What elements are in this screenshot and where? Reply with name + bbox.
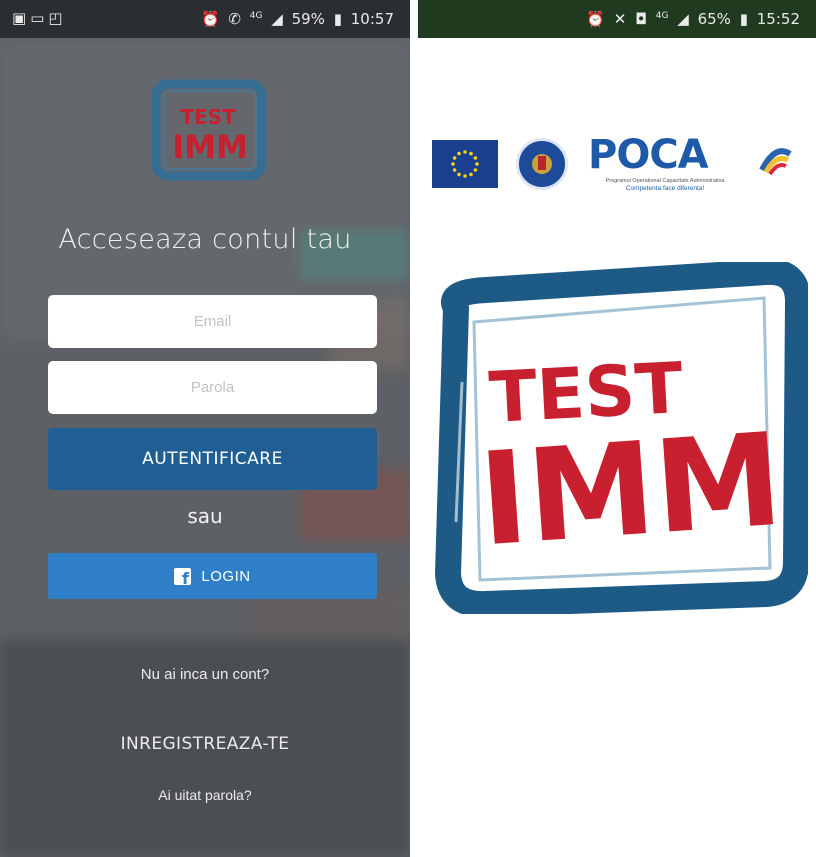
partner-logos: POCA Programul Operational Capacitate Ad… <box>428 130 816 200</box>
clock: 10:57 <box>350 10 394 28</box>
logo-text-test: TEST <box>180 105 236 129</box>
eu-flag-icon <box>432 140 498 188</box>
test-imm-logo: TEST IMM <box>151 79 267 181</box>
screenshot-divider <box>410 0 418 857</box>
email-field[interactable] <box>48 295 377 348</box>
facebook-login-label: LOGIN <box>201 567 251 585</box>
separator-text: sau <box>187 504 223 528</box>
data-icon: ◘ <box>635 10 647 28</box>
network-label: 4G <box>655 11 669 21</box>
poca-subtitle: Programul Operational Capacitate Adminis… <box>590 178 740 192</box>
battery-icon: ▮ <box>739 10 748 28</box>
battery-percent: 65% <box>697 10 731 28</box>
page-title: Acceseaza contul tau <box>58 224 352 255</box>
romanian-government-seal-icon <box>516 138 568 190</box>
poca-logo: POCA <box>588 132 709 178</box>
notification-icons: ▣▭◰ <box>12 9 67 27</box>
poca-slogan: Competenta face diferenta! <box>625 185 705 192</box>
call-icon: ✆ <box>228 10 241 28</box>
login-screen: ▣▭◰ ⏰ ✆ 4G ◢ 59% ▮ 10:57 TEST IMM Accese… <box>0 0 410 857</box>
network-label: 4G <box>249 11 263 21</box>
alarm-icon: ⏰ <box>586 10 605 28</box>
status-bar: ▣▭◰ ⏰ ✆ 4G ◢ 59% ▮ 10:57 <box>0 0 410 38</box>
facebook-icon <box>174 567 192 588</box>
no-account-text: Nu ai inca un cont? <box>140 666 270 683</box>
signal-icon: ◢ <box>271 10 283 28</box>
test-imm-splash-logo: TEST IMM <box>435 262 808 614</box>
splash-text-imm: IMM <box>475 406 787 576</box>
image-icon: ▣ <box>12 9 31 27</box>
splash-screen: ⏰ ✕ ◘ 4G ◢ 65% ▮ 15:52 POCA Programul Op… <box>418 0 816 857</box>
logo-text-imm: IMM <box>172 128 248 166</box>
laptop-icon: ▭ <box>30 9 49 27</box>
battery-percent: 59% <box>291 10 325 28</box>
password-field[interactable] <box>48 361 377 414</box>
status-indicators: ⏰ ✕ ◘ 4G ◢ 65% ▮ 15:52 <box>582 10 800 28</box>
status-indicators: ⏰ ✆ 4G ◢ 59% ▮ 10:57 <box>197 10 394 28</box>
register-link[interactable]: INREGISTREAZA-TE <box>0 734 410 754</box>
structural-instruments-logo-icon <box>750 140 800 180</box>
login-button[interactable]: AUTENTIFICARE <box>48 428 377 490</box>
file-icon: ◰ <box>48 9 67 27</box>
signal-icon: ◢ <box>677 10 689 28</box>
forgot-password-link[interactable]: Ai uitat parola? <box>0 787 410 803</box>
clock: 15:52 <box>756 10 800 28</box>
mute-icon: ✕ <box>613 10 627 28</box>
facebook-login-button[interactable]: LOGIN <box>48 553 377 599</box>
poca-program-name: Programul Operational Capacitate Adminis… <box>605 178 725 184</box>
poca-text: POCA <box>588 132 709 178</box>
status-bar: ⏰ ✕ ◘ 4G ◢ 65% ▮ 15:52 <box>418 0 816 38</box>
alarm-icon: ⏰ <box>200 10 220 28</box>
battery-icon: ▮ <box>333 10 342 28</box>
